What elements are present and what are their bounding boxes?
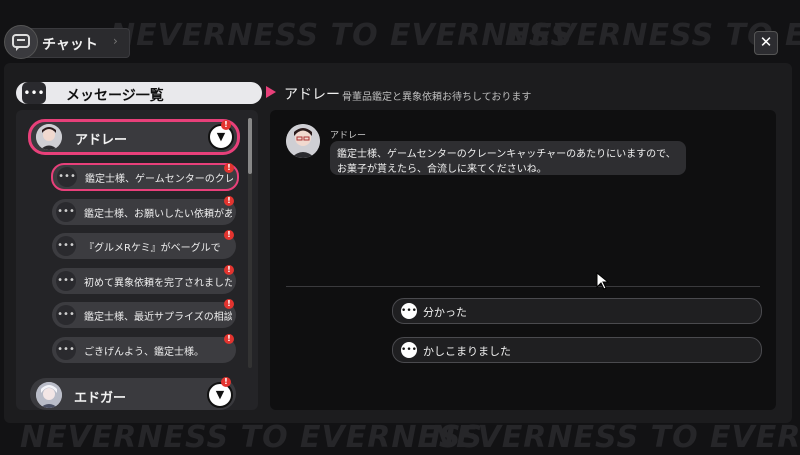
reply-label: 分かった — [423, 306, 467, 319]
message-item[interactable]: ••• ごきげんよう、鑑定士様。 — [52, 337, 236, 363]
chevron-right-icon: › — [113, 34, 118, 48]
contact-item-edgar[interactable]: エドガー ▼ — [30, 378, 236, 410]
message-item[interactable]: ••• 初めて異象依頼を完了されました — [52, 268, 236, 294]
chat-bubble-icon: ••• — [56, 271, 76, 291]
mouse-cursor-icon — [596, 271, 610, 294]
contact-name: エドガー — [74, 391, 127, 406]
chat-bubble-icon: ••• — [22, 82, 46, 104]
message-preview: 鑑定士様、最近サプライズの相談 — [84, 312, 232, 323]
conversation-title: アドレー — [284, 87, 340, 103]
scrollbar-thumb[interactable] — [248, 118, 252, 174]
chat-tab-label: チャット — [42, 37, 98, 53]
chat-menu-icon[interactable] — [4, 25, 38, 59]
reply-option-1[interactable]: ••• 分かった — [392, 298, 762, 324]
message-item[interactable]: ••• 鑑定士様、ゲームセンターのクレーンキャッチャーの — [51, 163, 239, 191]
reply-option-2[interactable]: ••• かしこまりました — [392, 337, 762, 363]
conversation-subtitle: 骨董品鑑定と異象依頼お待ちしております — [342, 92, 532, 103]
close-button[interactable]: ✕ — [754, 31, 778, 55]
message-list[interactable] — [16, 110, 258, 410]
contact-name: アドレー — [75, 133, 128, 148]
message-list-title: メッセージ一覧 — [66, 88, 164, 104]
chat-bubble-icon: ••• — [56, 305, 76, 325]
chat-bubble-icon: ••• — [56, 202, 76, 222]
unread-badge: ! — [224, 196, 234, 206]
message-preview: 『グルメRケミ』がベーグルで — [84, 243, 221, 254]
reply-label: かしこまりました — [423, 345, 511, 358]
unread-badge: ! — [221, 120, 231, 130]
avatar — [36, 382, 62, 408]
unread-badge: ! — [224, 230, 234, 240]
message-preview: 初めて異象依頼を完了されました — [84, 278, 232, 289]
message-bubble: 鑑定士様、ゲームセンターのクレーンキャッチャーのあたりにいますので、お菓子が貰え… — [330, 141, 686, 175]
background-watermark: NEVERNESS TO EVERNESS — [110, 18, 574, 53]
message-item[interactable]: ••• 鑑定士様、お願いしたい依頼があります — [52, 199, 236, 225]
title-marker-icon — [266, 86, 276, 98]
unread-badge: ! — [224, 299, 234, 309]
chat-bubble-icon: ••• — [401, 342, 417, 358]
message-item[interactable]: ••• 『グルメRケミ』がベーグルで — [52, 233, 236, 259]
chat-bubble-icon: ••• — [57, 167, 77, 187]
avatar — [286, 124, 320, 158]
chat-bubble-icon: ••• — [56, 236, 76, 256]
background-watermark: NEVERNESS TO EVERNESS — [20, 420, 484, 455]
unread-badge: ! — [224, 334, 234, 344]
chat-bubble-icon: ••• — [56, 340, 76, 360]
message-item[interactable]: ••• 鑑定士様、最近サプライズの相談 — [52, 302, 236, 328]
unread-badge: ! — [221, 377, 231, 387]
unread-badge: ! — [224, 265, 234, 275]
background-watermark: NEVERNESS TO EVERNESS — [430, 420, 800, 455]
contact-item-adley[interactable]: アドレー ▼ — [28, 119, 240, 155]
sender-name: アドレー — [330, 131, 367, 141]
divider — [286, 286, 760, 287]
message-preview: 鑑定士様、お願いしたい依頼があります — [84, 209, 232, 220]
chat-bubble-icon: ••• — [401, 303, 417, 319]
message-preview: 鑑定士様、ゲームセンターのクレーンキャッチャーの — [85, 174, 233, 185]
message-preview: ごきげんよう、鑑定士様。 — [84, 347, 204, 358]
unread-badge: ! — [224, 163, 234, 173]
avatar — [36, 124, 62, 150]
